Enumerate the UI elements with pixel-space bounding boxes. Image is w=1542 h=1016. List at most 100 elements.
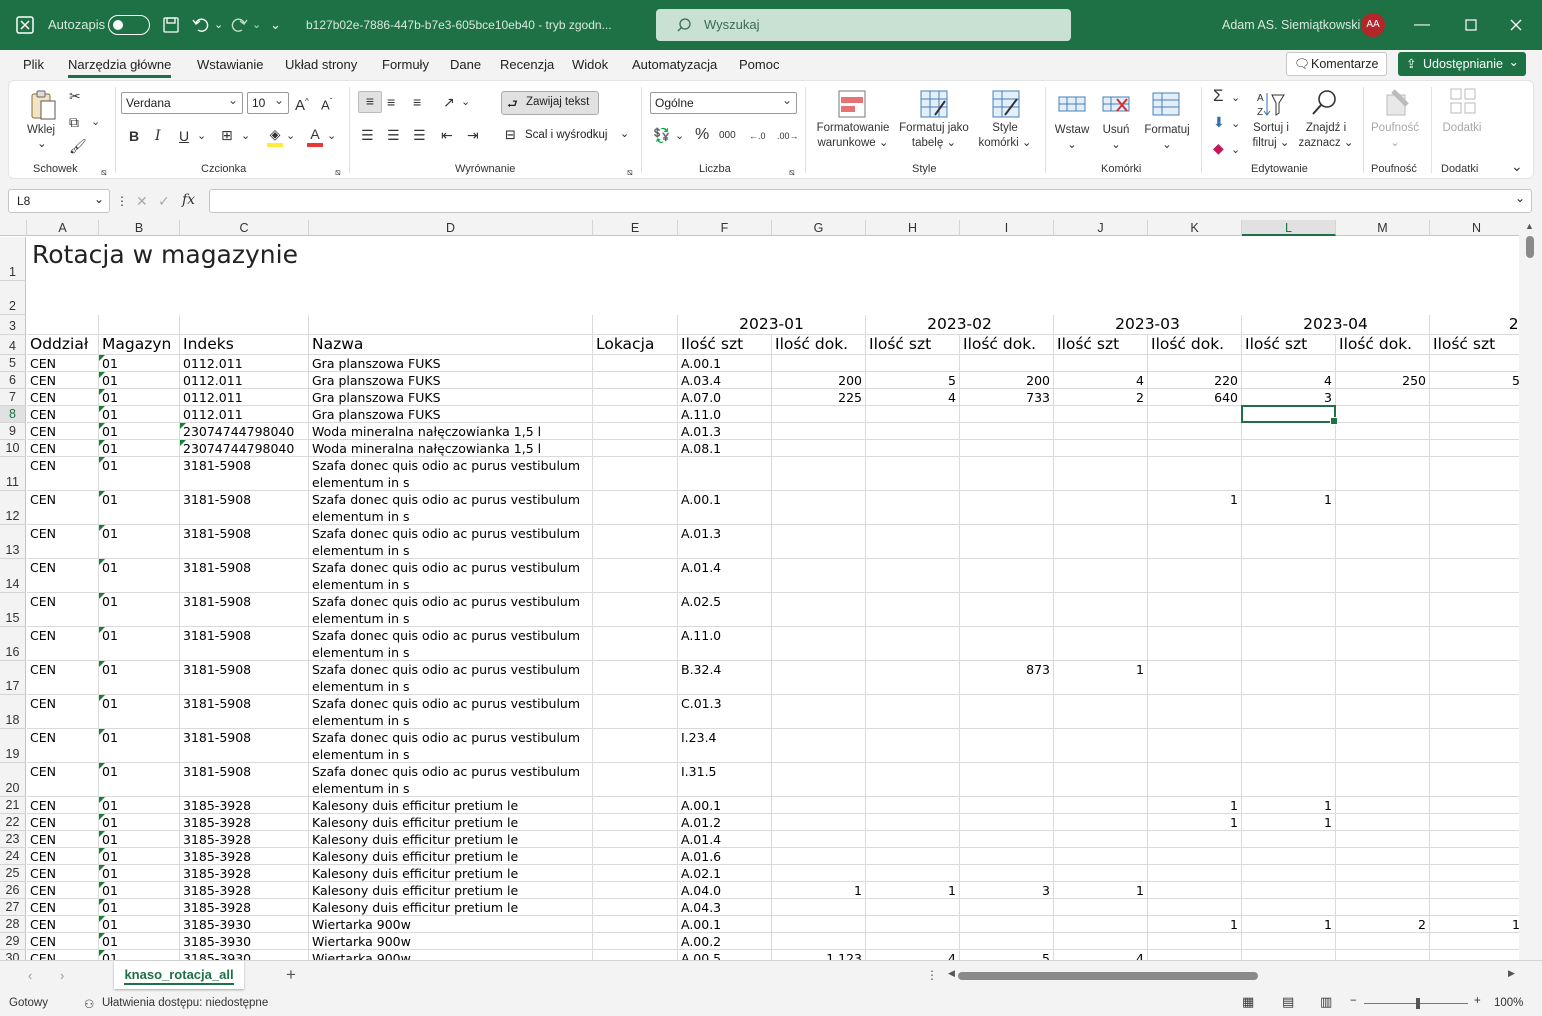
- column-title[interactable]: Nazwa: [309, 335, 593, 355]
- cell[interactable]: [1336, 950, 1430, 960]
- cell[interactable]: [1148, 763, 1242, 797]
- warehouse-cell[interactable]: 01: [99, 882, 180, 899]
- index-cell[interactable]: 3185-3928: [180, 848, 309, 865]
- index-cell[interactable]: 3185-3928: [180, 831, 309, 848]
- increase-indent-icon[interactable]: ⇥: [467, 126, 479, 144]
- location-cell[interactable]: A.00.5: [678, 950, 772, 960]
- cell[interactable]: [960, 440, 1054, 457]
- cell[interactable]: [1054, 695, 1148, 729]
- cell[interactable]: [1148, 457, 1242, 491]
- warehouse-cell[interactable]: 01: [99, 916, 180, 933]
- name-cell[interactable]: Szafa donec quis odio ac purus vestibulu…: [309, 491, 593, 525]
- index-cell[interactable]: 3181-5908: [180, 763, 309, 797]
- cell[interactable]: [772, 916, 866, 933]
- location-cell[interactable]: A.00.1: [678, 797, 772, 814]
- row-header[interactable]: 29: [0, 933, 26, 950]
- branch-cell[interactable]: CEN: [27, 950, 99, 960]
- cell[interactable]: [1430, 933, 1519, 950]
- cell[interactable]: [1242, 695, 1336, 729]
- next-sheet-icon[interactable]: ›: [60, 968, 64, 983]
- cell[interactable]: [593, 423, 678, 440]
- cell[interactable]: [772, 593, 866, 627]
- location-cell[interactable]: A.01.4: [678, 831, 772, 848]
- location-cell[interactable]: A.01.3: [678, 423, 772, 440]
- row-header[interactable]: 16: [0, 627, 26, 661]
- format-cells-icon[interactable]: [1151, 89, 1181, 119]
- name-cell[interactable]: Wiertarka 900w: [309, 916, 593, 933]
- index-cell[interactable]: 3181-5908: [180, 559, 309, 593]
- increase-decimal-icon[interactable]: ←.0: [749, 127, 766, 145]
- cell[interactable]: [866, 814, 960, 831]
- cell[interactable]: [866, 593, 960, 627]
- cell[interactable]: [593, 916, 678, 933]
- cell[interactable]: [593, 593, 678, 627]
- name-cell[interactable]: Wiertarka 900w: [309, 933, 593, 950]
- maximize-icon[interactable]: [1460, 14, 1482, 36]
- branch-cell[interactable]: CEN: [27, 440, 99, 457]
- cell[interactable]: [1242, 559, 1336, 593]
- cell[interactable]: [866, 848, 960, 865]
- cell[interactable]: [1430, 559, 1519, 593]
- value-cell[interactable]: 3: [1242, 389, 1336, 406]
- font-launcher-icon[interactable]: ⧅: [335, 163, 341, 181]
- collapse-ribbon-icon[interactable]: ⌄: [1511, 157, 1523, 175]
- cell[interactable]: [1430, 797, 1519, 814]
- name-cell[interactable]: Szafa donec quis odio ac purus vestibulu…: [309, 661, 593, 695]
- index-cell[interactable]: 23074744798040: [180, 440, 309, 457]
- copy-icon[interactable]: ⧉: [69, 113, 79, 131]
- cell[interactable]: [1430, 593, 1519, 627]
- cell[interactable]: [593, 355, 678, 372]
- cell[interactable]: [1242, 899, 1336, 916]
- value-cell[interactable]: 1: [1148, 797, 1242, 814]
- tab-file[interactable]: Plik: [23, 57, 44, 72]
- value-cell[interactable]: 1: [1148, 916, 1242, 933]
- find-select-label[interactable]: Znajdź i zaznacz ⌄: [1297, 121, 1355, 151]
- cell[interactable]: [866, 797, 960, 814]
- number-format-select[interactable]: Ogólne: [650, 90, 797, 114]
- sensitivity-label[interactable]: Poufność ⌄: [1369, 121, 1421, 151]
- cell[interactable]: [866, 899, 960, 916]
- cell[interactable]: [1242, 525, 1336, 559]
- location-cell[interactable]: A.01.3: [678, 525, 772, 559]
- redo-icon[interactable]: [228, 14, 250, 36]
- cell[interactable]: [1430, 831, 1519, 848]
- value-cell[interactable]: 5: [866, 372, 960, 389]
- cell[interactable]: [1054, 440, 1148, 457]
- row-header[interactable]: 21: [0, 797, 26, 814]
- cell[interactable]: [593, 627, 678, 661]
- location-cell[interactable]: B.32.4: [678, 661, 772, 695]
- cell[interactable]: [593, 729, 678, 763]
- copy-dropdown-icon[interactable]: ⌄: [91, 113, 100, 131]
- index-cell[interactable]: 3181-5908: [180, 695, 309, 729]
- column-header[interactable]: L: [1242, 220, 1336, 236]
- cell[interactable]: [1430, 440, 1519, 457]
- cell[interactable]: [1148, 695, 1242, 729]
- cell[interactable]: [1148, 882, 1242, 899]
- location-cell[interactable]: A.11.0: [678, 406, 772, 423]
- cell[interactable]: [593, 315, 678, 335]
- warehouse-cell[interactable]: 01: [99, 372, 180, 389]
- index-cell[interactable]: 3181-5908: [180, 729, 309, 763]
- cell[interactable]: [1054, 525, 1148, 559]
- name-cell[interactable]: Szafa donec quis odio ac purus vestibulu…: [309, 559, 593, 593]
- index-cell[interactable]: 3185-3930: [180, 916, 309, 933]
- row-header[interactable]: 2: [0, 281, 26, 315]
- warehouse-cell[interactable]: 01: [99, 763, 180, 797]
- cell[interactable]: [1336, 814, 1430, 831]
- cell[interactable]: [960, 831, 1054, 848]
- location-cell[interactable]: A.00.1: [678, 355, 772, 372]
- value-cell[interactable]: 5: [1430, 372, 1519, 389]
- branch-cell[interactable]: CEN: [27, 814, 99, 831]
- value-cell[interactable]: 1: [1054, 882, 1148, 899]
- row-header[interactable]: 14: [0, 559, 26, 593]
- normal-view-icon[interactable]: ▦: [1242, 994, 1254, 1010]
- italic-icon[interactable]: I: [155, 127, 161, 145]
- cell[interactable]: [1336, 525, 1430, 559]
- cell[interactable]: [866, 729, 960, 763]
- cell[interactable]: [1054, 491, 1148, 525]
- branch-cell[interactable]: CEN: [27, 406, 99, 423]
- cell[interactable]: [1242, 593, 1336, 627]
- name-cell[interactable]: Kalesony duis efficitur pretium le: [309, 831, 593, 848]
- accessibility-status[interactable]: Ułatwienia dostępu: niedostępne: [102, 997, 268, 1009]
- warehouse-cell[interactable]: 01: [99, 525, 180, 559]
